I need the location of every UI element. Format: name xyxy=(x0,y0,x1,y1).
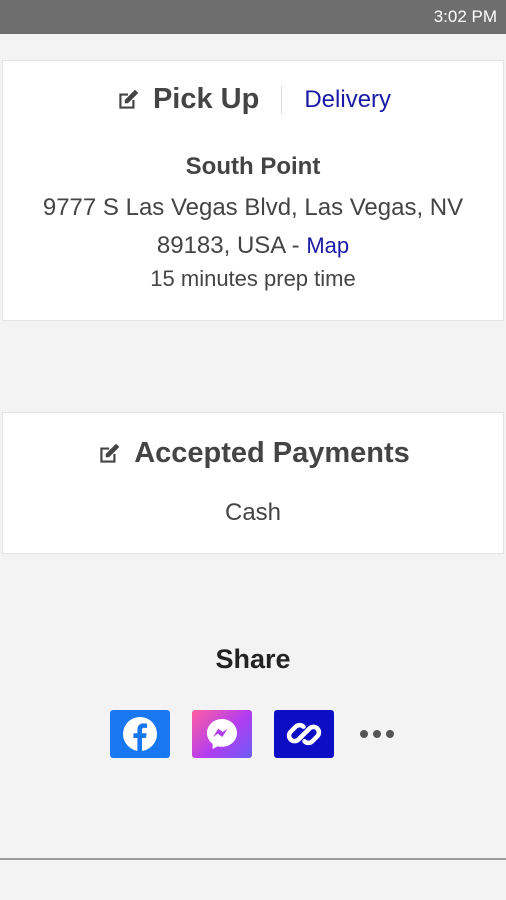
facebook-share-button[interactable] xyxy=(109,710,170,758)
more-share-options-button[interactable] xyxy=(357,710,397,758)
order-mode-toggle: Pick Up Delivery xyxy=(3,83,503,116)
payments-title-row: Accepted Payments xyxy=(3,437,503,470)
pickup-label: Pick Up xyxy=(152,83,260,115)
map-link[interactable]: Map xyxy=(306,233,349,258)
address-line-1: 9777 S Las Vegas Blvd, Las Vegas, NV xyxy=(42,194,464,221)
messenger-icon xyxy=(206,719,237,749)
pickup-option[interactable]: Pick Up xyxy=(115,83,259,116)
status-bar: 3:02 PM xyxy=(0,0,506,34)
share-title: Share xyxy=(215,644,291,674)
share-buttons xyxy=(0,710,506,758)
bottom-divider xyxy=(0,858,506,860)
payments-title: Accepted Payments xyxy=(134,437,410,469)
address-line-2: 89183, USA - xyxy=(156,232,300,259)
delivery-option[interactable]: Delivery xyxy=(304,86,391,114)
prep-time: 15 minutes prep time xyxy=(150,266,356,291)
location-address: 9777 S Las Vegas Blvd, Las Vegas, NV 891… xyxy=(23,189,483,265)
more-dots-icon xyxy=(359,730,394,738)
payments-card: Accepted Payments Cash xyxy=(2,412,504,554)
edit-icon xyxy=(115,87,141,113)
facebook-icon xyxy=(122,717,157,751)
copy-link-button[interactable] xyxy=(273,710,334,758)
messenger-share-button[interactable] xyxy=(191,710,252,758)
edit-icon xyxy=(96,441,122,467)
mode-divider xyxy=(281,85,283,114)
location-name: South Point xyxy=(185,153,321,180)
link-icon xyxy=(286,722,321,746)
payment-method: Cash xyxy=(224,499,282,526)
status-time: 3:02 PM xyxy=(433,7,497,26)
pickup-card: Pick Up Delivery South Point 9777 S Las … xyxy=(2,60,504,321)
